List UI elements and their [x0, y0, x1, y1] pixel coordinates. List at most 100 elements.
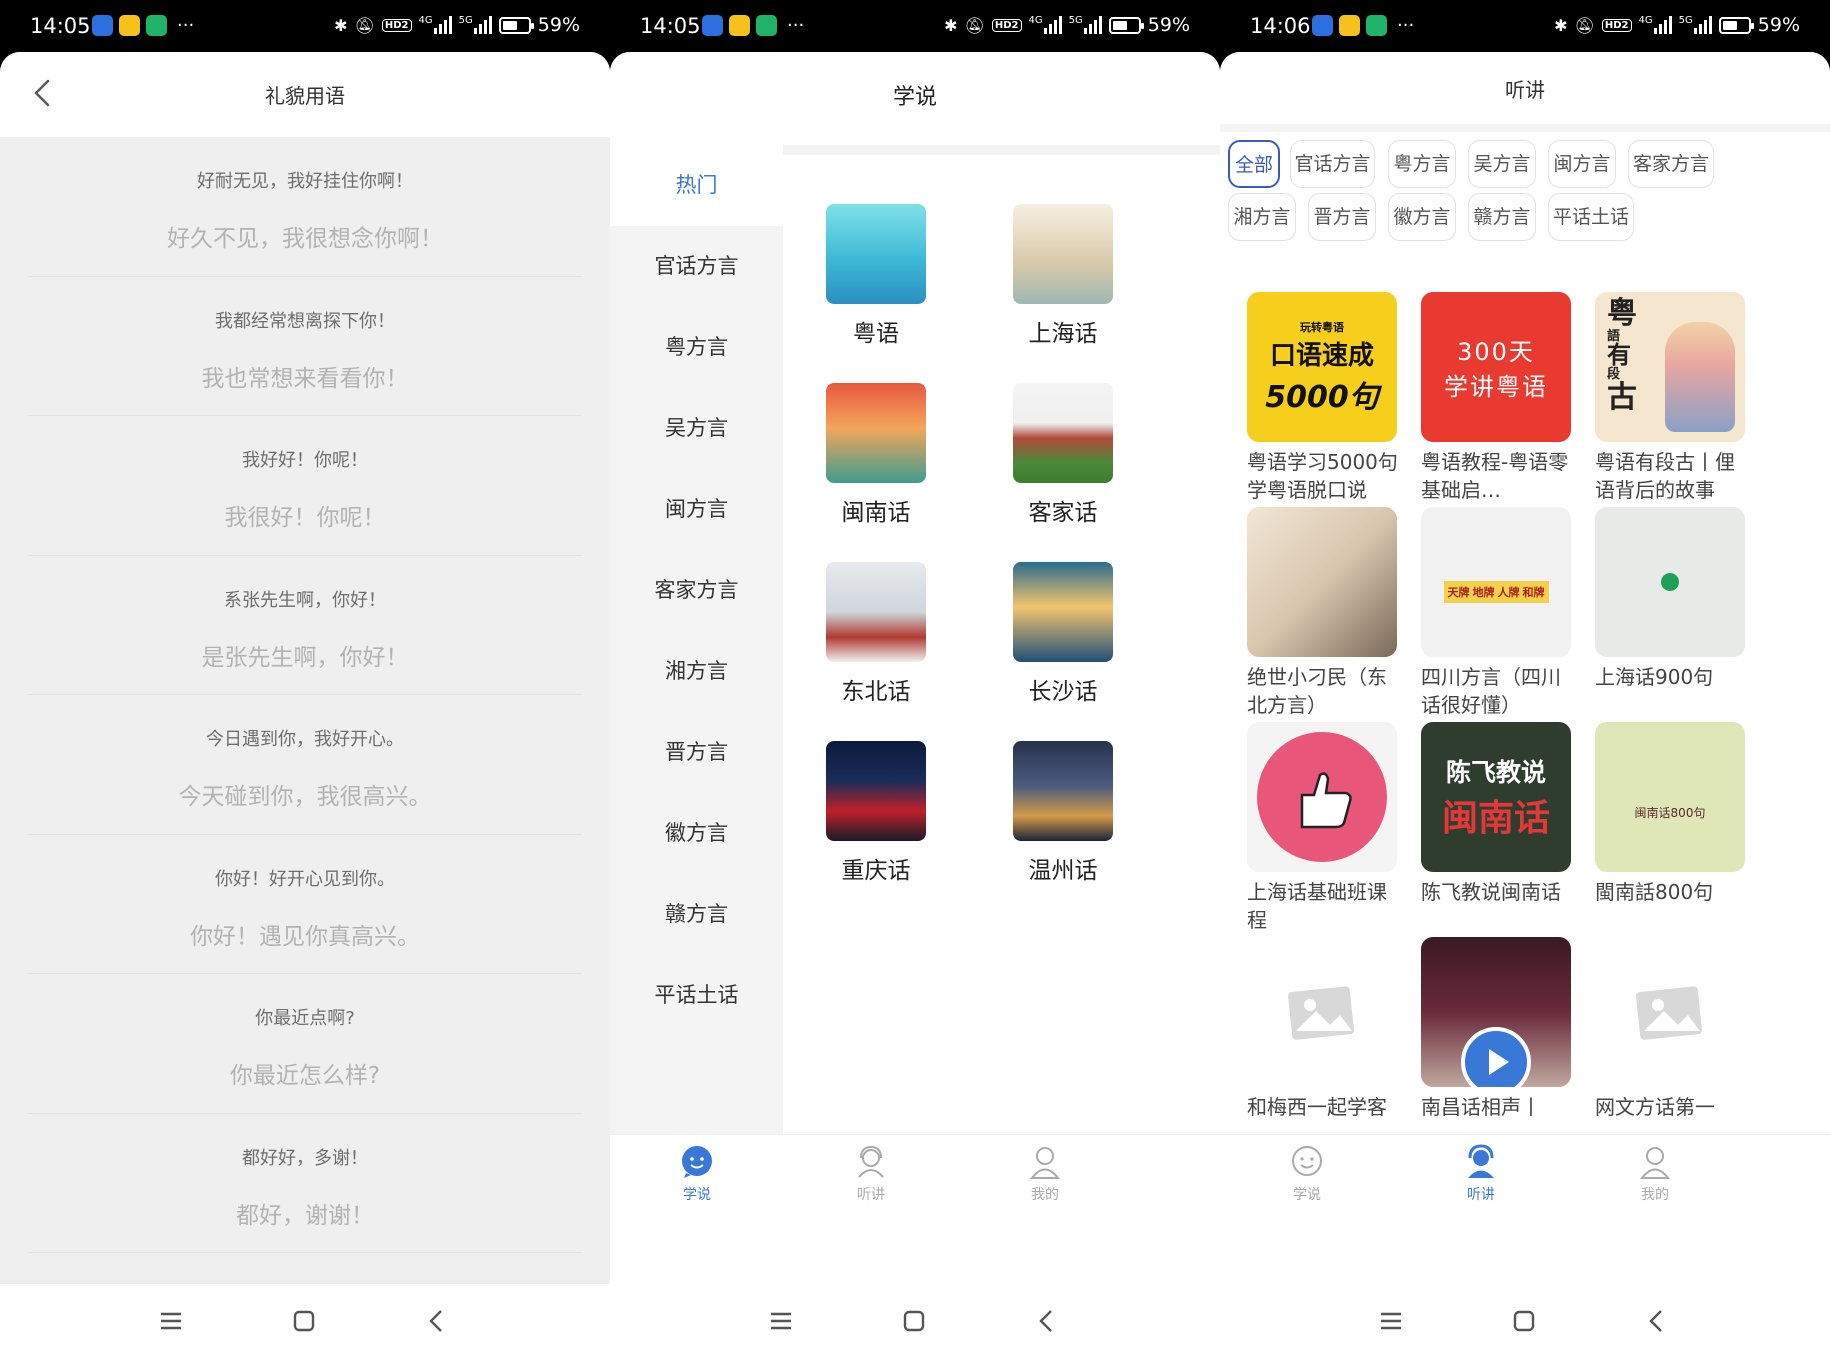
- tab-listen[interactable]: 听讲: [1421, 1143, 1541, 1204]
- status-indicators: ✱ 🔕︎ HD2 4G 5G 59%: [334, 14, 580, 36]
- course-card[interactable]: 陈飞教说 闽南话 陈飞教说闽南话: [1421, 722, 1573, 934]
- tab-me[interactable]: 我的: [985, 1143, 1105, 1204]
- course-thumbnail: 粤語有段古: [1595, 292, 1745, 442]
- phrase-dialect-text: 都好好，多谢！: [242, 1147, 368, 1169]
- phrase-item[interactable]: 今日遇到你，我好开心。 今天碰到你，我很高兴。: [28, 695, 582, 835]
- tab-learn-speak[interactable]: 学说: [1247, 1143, 1367, 1204]
- sidebar-item[interactable]: 赣方言: [610, 874, 783, 955]
- home-icon[interactable]: [899, 1306, 929, 1336]
- filter-chip[interactable]: 粤方言: [1388, 140, 1456, 188]
- filter-chip[interactable]: 吴方言: [1468, 140, 1536, 188]
- course-thumbnail: [1247, 937, 1397, 1087]
- filter-chip[interactable]: 官话方言: [1290, 140, 1375, 188]
- page-title: 学说: [892, 85, 937, 110]
- phrase-item[interactable]: 系张先生啊，你好！ 是张先生啊，你好！: [28, 556, 582, 695]
- dialect-card[interactable]: 长沙话: [988, 562, 1138, 706]
- phrase-list[interactable]: 好耐无见，我好挂住你啊！ 好久不见，我很想念你啊！ 我都经常想离探下你！ 我也常想来看…: [0, 137, 610, 1284]
- course-card[interactable]: 上海话900句: [1595, 507, 1747, 719]
- page-title: 听讲: [1505, 78, 1545, 102]
- course-card[interactable]: 闽南话800句 閩南話800句: [1595, 722, 1747, 934]
- thumbnail-text: 人牌: [1497, 586, 1520, 599]
- phrase-dialect-text: 我好好！你呢！: [242, 450, 368, 471]
- sidebar-item[interactable]: 晋方言: [610, 712, 783, 793]
- course-card[interactable]: 网文方话第一: [1595, 937, 1747, 1134]
- menu-icon[interactable]: [156, 1306, 186, 1336]
- sidebar-item[interactable]: 热门: [610, 145, 783, 226]
- filter-chip[interactable]: 晋方言: [1308, 193, 1376, 241]
- home-icon[interactable]: [1509, 1306, 1539, 1336]
- course-card[interactable]: 天牌 地牌 人牌 和牌 四川方言（四川话很好懂）: [1421, 507, 1573, 719]
- phrase-item[interactable]: 我都经常想离探下你！ 我也常想来看看你！: [28, 277, 582, 416]
- status-time: 14:06: [1250, 14, 1311, 38]
- phrase-mandarin-text: 我也常想来看看你！: [201, 365, 409, 392]
- sidebar-item[interactable]: 闽方言: [610, 469, 783, 550]
- screen-learn-speak: 14:05 ··· ✱ 🔕︎ HD2 4G 5G 59% 学说 热门 官话方言 粤方…: [610, 0, 1220, 1356]
- sidebar-item[interactable]: 湘方言: [610, 631, 783, 712]
- phrase-item[interactable]: 都好好，多谢！ 都好，谢谢！: [28, 1114, 582, 1253]
- course-list-area[interactable]: 全部 官话方言 粤方言 吴方言 闽方言 客家方言湘方言 晋方言 徽方言 赣方言 平话土话 玩转粤语…: [1220, 124, 1830, 1134]
- course-title: 粤语学习5000句学粤语脱口说: [1247, 450, 1398, 502]
- sidebar-item[interactable]: 粤方言: [610, 307, 783, 388]
- battery-icon: [1108, 16, 1144, 34]
- sidebar-item[interactable]: 平话土话: [610, 955, 783, 1036]
- dialect-card[interactable]: 粤语: [801, 204, 951, 348]
- course-card[interactable]: 玩转粤语 口语速成 5000句粤语学习5000句学粤语脱口说: [1247, 292, 1399, 504]
- sidebar-item[interactable]: 官话方言: [610, 226, 783, 307]
- play-button-icon[interactable]: [1461, 1027, 1531, 1087]
- tab-me[interactable]: 我的: [1595, 1143, 1715, 1204]
- course-title: 四川方言（四川话很好懂）: [1421, 665, 1561, 717]
- dialect-card[interactable]: 温州话: [988, 741, 1138, 885]
- filter-chip[interactable]: 赣方言: [1468, 193, 1536, 241]
- phrase-item[interactable]: 我好好！你呢！ 我很好！你呢！: [28, 416, 582, 556]
- play-icon: [1661, 573, 1679, 591]
- filter-chip[interactable]: 湘方言: [1228, 193, 1296, 241]
- phrase-item[interactable]: 你最近点啊? 你最近怎么样?: [28, 974, 582, 1114]
- back-icon[interactable]: [1642, 1306, 1672, 1336]
- dialect-card[interactable]: 上海话: [988, 204, 1138, 348]
- course-card[interactable]: 上海话基础班课程: [1247, 722, 1399, 934]
- filter-chip[interactable]: 客家方言: [1628, 140, 1714, 188]
- tab-label: 学说: [683, 1187, 711, 1203]
- phrase-dialect-text: 你好！好开心见到你。: [215, 868, 395, 890]
- screen-polite-phrases: 14:05 ··· ✱ 🔕︎ HD2 4G 5G 59% 礼貌用语 好耐无见，我…: [0, 0, 610, 1356]
- sidebar-item[interactable]: 客家方言: [610, 550, 783, 631]
- back-icon[interactable]: [1032, 1306, 1062, 1336]
- tab-learn-speak[interactable]: 学说: [637, 1143, 757, 1204]
- course-title: 粤语有段古丨俚语背后的故事: [1595, 450, 1735, 502]
- hd-badge: HD2: [1601, 18, 1632, 32]
- course-card[interactable]: 绝世小刁民（东北方言）: [1247, 507, 1399, 719]
- phrase-item[interactable]: 你好！好开心见到你。 你好！遇见你真高兴。: [28, 835, 582, 974]
- course-title: 陈飞教说闽南话: [1421, 880, 1561, 904]
- course-thumbnail: 玩转粤语 口语速成 5000句: [1247, 292, 1397, 442]
- dialect-name: 东北话: [841, 679, 911, 705]
- app-notification-icon: [146, 15, 167, 36]
- dialect-card[interactable]: 重庆话: [801, 741, 951, 885]
- back-icon[interactable]: [422, 1306, 452, 1336]
- filter-chip[interactable]: 徽方言: [1388, 193, 1456, 241]
- course-card[interactable]: 和梅西一起学客: [1247, 937, 1399, 1134]
- course-title: 閩南話800句: [1595, 880, 1714, 904]
- battery-percent: 59%: [1757, 14, 1800, 36]
- dialect-card[interactable]: 闽南话: [801, 383, 951, 527]
- dialect-card[interactable]: 客家话: [988, 383, 1138, 527]
- tab-listen[interactable]: 听讲: [811, 1143, 931, 1204]
- filter-chip[interactable]: 闽方言: [1548, 140, 1616, 188]
- filter-chip[interactable]: 平话土话: [1548, 193, 1634, 241]
- home-icon[interactable]: [289, 1306, 319, 1336]
- course-card[interactable]: 粤語有段古粤语有段古丨俚语背后的故事: [1595, 292, 1747, 504]
- course-card[interactable]: 南昌话相声丨: [1421, 937, 1573, 1134]
- sidebar-item[interactable]: 徽方言: [610, 793, 783, 874]
- menu-icon[interactable]: [766, 1306, 796, 1336]
- headset-person-icon: [852, 1143, 890, 1181]
- course-card[interactable]: 300天 学讲粤语 粤语教程-粤语零基础启…: [1421, 292, 1573, 504]
- dialect-card[interactable]: 东北话: [801, 562, 951, 706]
- sidebar-item[interactable]: 吴方言: [610, 388, 783, 469]
- app-notification-icon: [702, 15, 723, 36]
- menu-icon[interactable]: [1376, 1306, 1406, 1336]
- filter-chip[interactable]: 全部: [1228, 140, 1280, 188]
- course-thumbnail: [1247, 507, 1397, 657]
- status-bar: 14:06 ··· ✱ 🔕︎ HD2 4G 5G 59%: [1220, 0, 1830, 52]
- app-notification-icon: [756, 15, 777, 36]
- phrase-item[interactable]: 好耐无见，我好挂住你啊！ 好久不见，我很想念你啊！: [28, 137, 582, 277]
- thumbnail-text: 学讲粤语: [1444, 373, 1548, 401]
